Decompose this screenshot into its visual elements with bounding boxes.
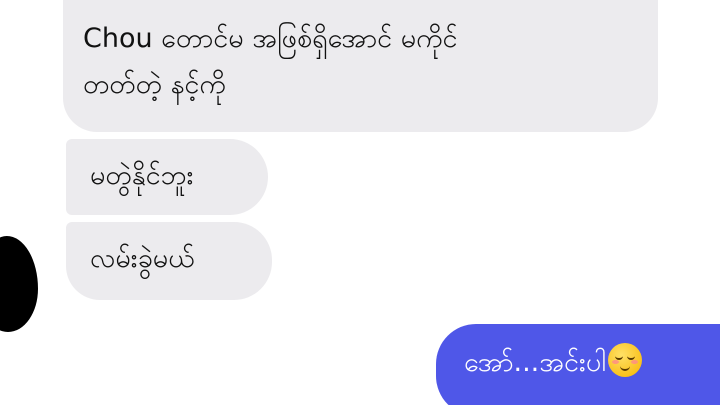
message-text: မတွဲနိုင်ဘူး	[90, 160, 194, 191]
sender-avatar[interactable]	[0, 236, 38, 332]
message-text-line-1: Chou တောင်မ အဖြစ်ရှိအောင် မကိုင်	[83, 23, 458, 54]
message-text: လမ်းခွဲမယ်	[90, 243, 195, 274]
incoming-message-3[interactable]: လမ်းခွဲမယ်	[66, 222, 272, 300]
chat-thread: Chou တောင်မ အဖြစ်ရှိအောင် မကိုင် တတ်တဲ့ …	[0, 0, 720, 405]
incoming-message-1[interactable]: Chou တောင်မ အဖြစ်ရှိအောင် မကိုင် တတ်တဲ့ …	[63, 0, 658, 132]
message-text-line-2: တတ်တဲ့ နင့်ကို	[83, 69, 226, 100]
message-text: အော်...အင်းပါ	[464, 347, 606, 378]
incoming-message-2[interactable]: မတွဲနိုင်ဘူး	[66, 139, 268, 215]
relieved-face-icon	[607, 343, 642, 377]
outgoing-message-1[interactable]: အော်...အင်းပါ	[436, 324, 720, 405]
